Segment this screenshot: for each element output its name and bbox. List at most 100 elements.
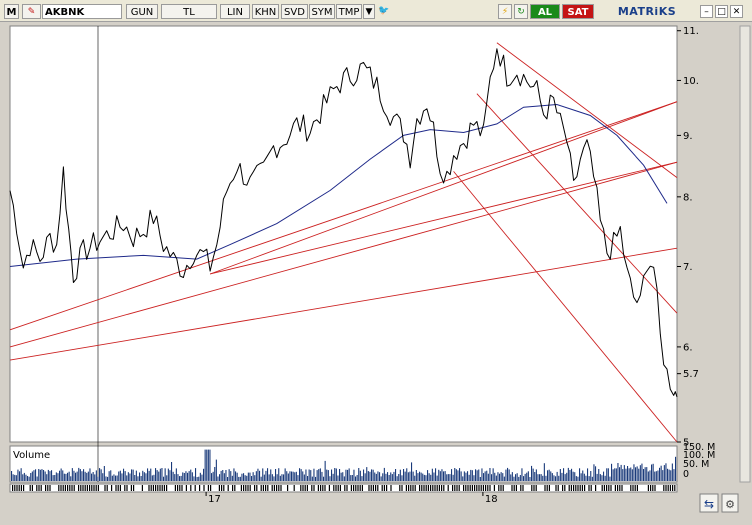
period-button[interactable]: GUN [126, 4, 158, 19]
volume-bar [158, 471, 160, 481]
svd-button[interactable]: SVD [281, 4, 308, 19]
volume-bar [510, 474, 512, 481]
volume-bar [521, 468, 523, 481]
date-mark [370, 485, 372, 491]
date-mark [546, 485, 548, 491]
volume-bar [409, 471, 411, 481]
volume-bar [276, 474, 278, 481]
volume-bar [116, 475, 118, 481]
date-mark [564, 485, 566, 491]
close-icon[interactable]: ✕ [730, 5, 743, 18]
date-mark [493, 485, 495, 491]
volume-bar [209, 449, 211, 481]
date-mark [619, 485, 621, 491]
lightning-icon[interactable]: ⚡ [498, 4, 512, 19]
volume-bar [377, 471, 379, 481]
volume-bar [324, 460, 326, 481]
date-mark [302, 485, 304, 491]
date-mark [480, 485, 482, 491]
sell-button[interactable]: SAT [562, 4, 594, 19]
date-mark [581, 485, 583, 491]
volume-bar [52, 475, 54, 481]
date-mark [621, 485, 623, 491]
volume-bar [505, 469, 507, 481]
volume-bar [489, 468, 491, 481]
volume-bar [348, 468, 350, 481]
volume-bar [263, 474, 265, 481]
volume-bar [540, 474, 542, 481]
sym-button[interactable]: SYM [309, 4, 335, 19]
volume-bar [351, 475, 353, 481]
volume-bar [529, 477, 531, 481]
date-mark [436, 485, 438, 491]
scrollbar[interactable] [739, 25, 751, 483]
volume-bar [59, 470, 61, 481]
date-mark [161, 485, 163, 491]
volume-bar [113, 474, 115, 481]
settings-icon[interactable]: ⚙ [721, 493, 739, 513]
date-mark [82, 485, 84, 491]
volume-bar [579, 468, 581, 481]
buy-button[interactable]: AL [530, 4, 560, 19]
volume-bar [126, 475, 128, 481]
volume-bar [215, 459, 217, 481]
date-mark [570, 485, 572, 491]
price-chart[interactable]: 11.10.9.8.7.6.5.75 150. M100. M50. M0 17… [0, 22, 752, 522]
date-mark [608, 485, 610, 491]
volume-bar [150, 468, 152, 481]
date-mark [313, 485, 315, 491]
volume-bar [65, 473, 67, 481]
volume-bar [76, 471, 78, 481]
volume-bar [78, 467, 80, 481]
volume-bar [603, 471, 605, 481]
volume-bar [340, 472, 342, 481]
date-mark [544, 485, 546, 491]
refresh-icon[interactable]: ↻ [514, 4, 528, 19]
tmp-button[interactable]: TMP [336, 4, 362, 19]
volume-bar [470, 469, 472, 481]
volume-bar [95, 470, 97, 481]
scroll-toggle-icon[interactable]: ⇆ [699, 493, 719, 513]
volume-bar [462, 476, 464, 481]
volume-bar [388, 475, 390, 481]
menu-button[interactable]: M [4, 4, 19, 19]
minimize-icon[interactable]: – [700, 5, 713, 18]
date-mark [425, 485, 427, 491]
volume-bar [519, 475, 521, 481]
date-mark [12, 485, 14, 491]
volume-bar [438, 469, 440, 481]
volume-bar [633, 464, 635, 481]
khn-button[interactable]: KHN [252, 4, 279, 19]
volume-bar [508, 469, 510, 481]
date-mark [500, 485, 502, 491]
volume-bar [545, 475, 547, 481]
volume-bar [652, 463, 654, 481]
volume-bar [468, 474, 470, 481]
date-mark [260, 485, 262, 491]
volume-bar [662, 470, 664, 481]
maximize-icon[interactable]: □ [715, 5, 728, 18]
date-mark [210, 485, 212, 491]
date-mark [221, 485, 223, 491]
twitter-bird-icon[interactable]: 🐦 [377, 4, 391, 19]
volume-bar [420, 472, 422, 481]
volume-bar [334, 468, 336, 481]
volume-bar [459, 468, 461, 481]
volume-bar [307, 476, 309, 481]
scale-button[interactable]: LIN [220, 4, 250, 19]
volume-bar [233, 468, 235, 481]
edit-icon[interactable]: ✎ [22, 4, 41, 19]
date-mark [223, 485, 225, 491]
symbol-field[interactable]: AKBNK [42, 4, 122, 19]
volume-bar [44, 471, 46, 481]
volume-bar [671, 463, 673, 481]
volume-bar [283, 474, 285, 481]
date-mark [467, 485, 469, 491]
currency-button[interactable]: TL [161, 4, 217, 19]
chart-area: 11. 10. 9. 8. 7. 6. 5.7 5 150. M 100. M 50. M0 17… [0, 22, 752, 522]
date-mark [489, 485, 491, 491]
volume-bar [313, 468, 315, 481]
date-mark [276, 485, 278, 491]
chevron-down-icon[interactable]: ▼ [363, 4, 375, 19]
volume-bar [382, 473, 384, 481]
